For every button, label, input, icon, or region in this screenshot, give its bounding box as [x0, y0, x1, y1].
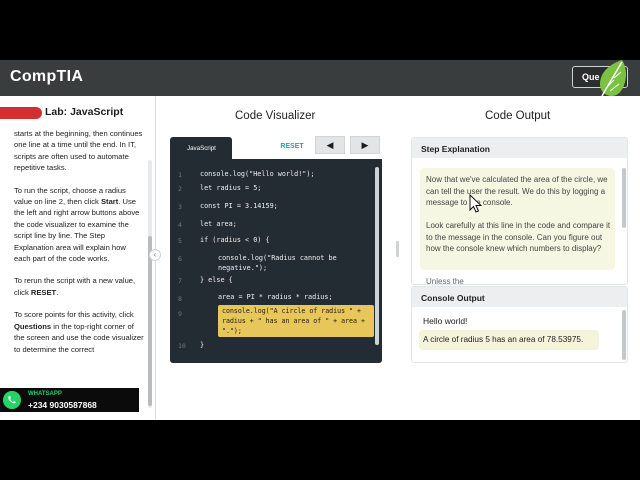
console-output-panel: Console Output Hello world! A circle of ra… — [411, 286, 628, 363]
code-line: } else { — [200, 276, 233, 284]
code-line: area = PI * radius * radius; — [218, 293, 333, 301]
comptia-logo: CompTIA — [10, 68, 84, 85]
line-number: 7 — [178, 277, 182, 285]
step-paragraph: Unless the — [426, 277, 464, 285]
code-line: "."); — [222, 326, 242, 335]
whatsapp-number: +234 9030587868 — [28, 400, 97, 410]
code-visualizer-heading: Code Visualizer — [235, 110, 316, 122]
line-number: 8 — [178, 295, 182, 303]
console-scrollbar[interactable] — [622, 310, 626, 360]
whatsapp-overlay: WHATSAPP +234 9030587868 — [0, 388, 139, 412]
app-frame: CompTIA Que Lab: JavaScript starts at th… — [0, 60, 640, 420]
code-line: if (radius < 0) { — [200, 236, 270, 244]
next-step-button[interactable]: ▶ — [350, 136, 380, 154]
step-explanation-panel: Step Explanation Now that we've calculate… — [411, 137, 628, 285]
code-line: const PI = 3.14159; — [200, 202, 278, 210]
previous-step-button[interactable]: ◀ — [315, 136, 345, 154]
text-run: . — [56, 287, 59, 297]
code-line: console.log("A circle of radius " + — [222, 307, 361, 315]
instructions-panel: Lab: JavaScript starts at the beginning,… — [0, 96, 156, 420]
code-line: } — [200, 341, 205, 349]
tab-javascript[interactable]: JavaScript — [170, 137, 232, 159]
whatsapp-label: WHATSAPP — [28, 391, 62, 397]
text-run: To score points for this activity, click — [14, 310, 134, 320]
reset-keyword: RESET — [30, 287, 57, 297]
resize-splitter[interactable] — [396, 241, 399, 257]
code-line: radius + " has an area of " + area + — [222, 316, 365, 325]
console-output-title: Console Output — [421, 293, 485, 303]
leaf-icon — [600, 60, 626, 97]
code-output-heading: Code Output — [485, 110, 551, 122]
line-number: 3 — [178, 203, 182, 211]
instructions-paragraph: starts at the beginning, then continues … — [14, 129, 143, 173]
console-output-header: Console Output — [412, 287, 627, 307]
line-number: 10 — [178, 342, 186, 350]
code-line: let radius = 5; — [200, 184, 262, 192]
collapse-panel-button[interactable]: ‹ — [149, 249, 161, 261]
line-number: 1 — [178, 171, 182, 179]
arrow-left-icon: ◀ — [326, 140, 334, 150]
start-keyword: Start — [100, 197, 119, 207]
header-bar: CompTIA Que — [0, 60, 640, 97]
step-scrollbar[interactable] — [622, 168, 626, 228]
step-paragraph: Look carefully at this line in the code … — [426, 221, 611, 253]
title-accent — [0, 107, 42, 119]
lab-title-row: Lab: JavaScript — [0, 104, 150, 124]
instructions-paragraph: To run the script, choose a radius value… — [14, 185, 144, 265]
lab-title: Lab: JavaScript — [45, 106, 124, 118]
text-run: . Use the left and right arrow buttons a… — [14, 197, 140, 264]
code-line: let area; — [200, 220, 237, 228]
step-explanation-box: Now that we've calculated the area of th… — [420, 168, 615, 270]
whatsapp-icon — [3, 391, 21, 409]
step-paragraph: Now that we've calculated the area of th… — [426, 175, 608, 207]
step-explanation-title: Step Explanation — [421, 144, 490, 154]
mouse-cursor-icon — [469, 194, 483, 213]
highlighted-code: console.log("A circle of radius " + radiu… — [222, 307, 365, 336]
instructions-text: starts at the beginning, then continues … — [14, 128, 144, 366]
instructions-paragraph: To rerun the script with a new value, cl… — [14, 275, 144, 298]
code-editor: 1 console.log("Hello world!"); 2 let rad… — [170, 159, 382, 363]
questions-keyword: Questions — [14, 321, 52, 331]
code-scrollbar[interactable] — [375, 167, 379, 345]
console-line: A circle of radius 5 has an area of 78.5… — [423, 335, 584, 344]
line-number: 6 — [178, 255, 182, 263]
left-scrollbar-thumb[interactable] — [148, 236, 152, 406]
line-number: 5 — [178, 237, 182, 245]
reset-button[interactable]: RESET — [272, 139, 312, 155]
console-line: Hello world! — [423, 316, 468, 326]
step-explanation-header: Step Explanation — [412, 138, 627, 158]
instructions-paragraph: To score points for this activity, click… — [14, 309, 144, 355]
arrow-right-icon: ▶ — [361, 140, 369, 150]
code-line: console.log("Hello world!"); — [200, 170, 315, 178]
code-line: negative."); — [218, 264, 268, 272]
line-number: 9 — [178, 310, 182, 318]
line-number: 4 — [178, 221, 182, 229]
line-number: 2 — [178, 185, 182, 193]
code-line: console.log("Radius cannot be — [218, 254, 337, 262]
